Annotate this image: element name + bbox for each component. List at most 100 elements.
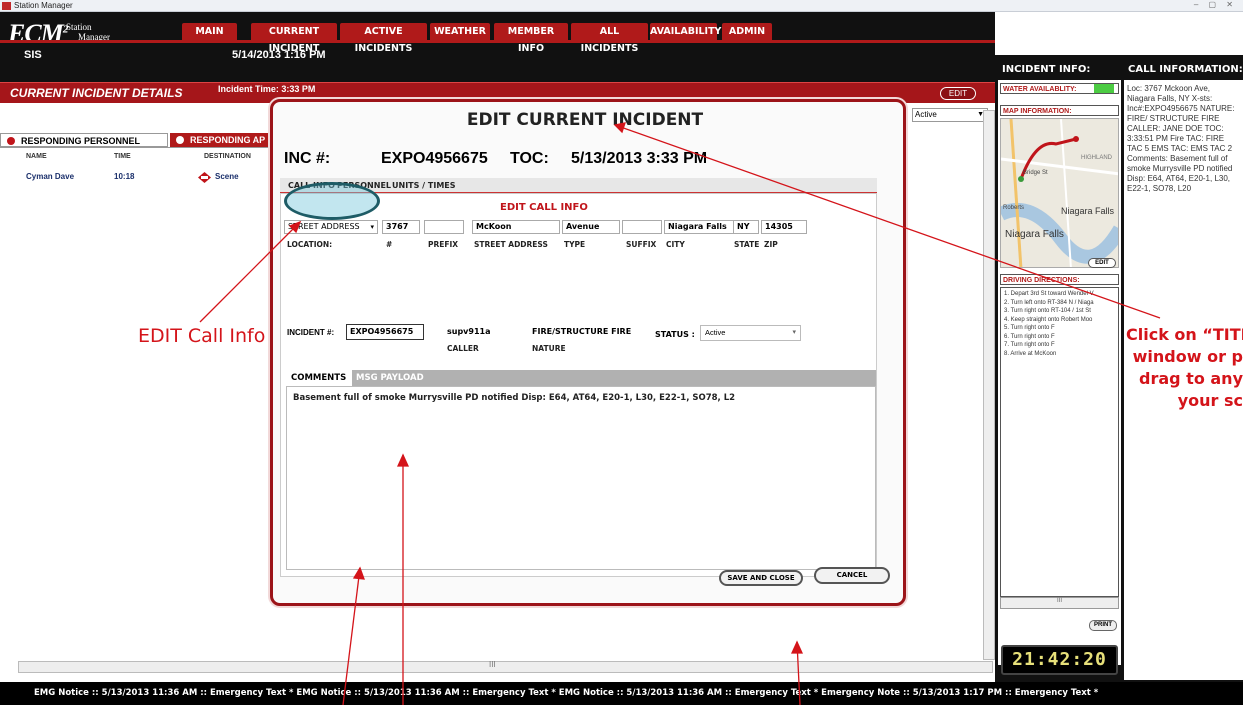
- address-type-value: STREET ADDRESS: [288, 222, 360, 231]
- current-incident-title: CURRENT INCIDENT DETAILS: [10, 86, 183, 100]
- prefix-label: PREFIX: [428, 240, 459, 249]
- personnel-name[interactable]: Cyman Dave: [26, 172, 74, 181]
- direction-step: 3. Turn right onto RT-104 / 1st St: [1004, 308, 1091, 314]
- direction-step: 4. Keep straight onto Robert Moo: [1004, 316, 1093, 323]
- incident-map[interactable]: HIGHLAND Bridge St Roberts Niagara Falls…: [1000, 118, 1119, 268]
- window-titlebar: Station Manager – ▢ ✕: [0, 0, 1243, 12]
- personnel-destination: Scene: [215, 172, 239, 181]
- tab-responding-apparatus-label: RESPONDING AP: [190, 135, 266, 145]
- driving-directions-label: DRIVING DIRECTIONS:: [1000, 274, 1119, 285]
- col-header-destination: DESTINATION: [204, 153, 251, 160]
- type-label: TYPE: [564, 240, 586, 249]
- map-edit-button[interactable]: EDIT: [1088, 258, 1116, 268]
- nature-label: NATURE: [532, 344, 566, 353]
- status-select[interactable]: Active ▼: [912, 108, 988, 122]
- nav-tab-member-info[interactable]: MEMBER INFO: [494, 23, 568, 54]
- street-field[interactable]: McKoon: [472, 220, 560, 234]
- scene-icon: [198, 170, 211, 183]
- annotation-click-title: Click on “TITL window or p drag to any y…: [1126, 325, 1243, 410]
- incident-number-field[interactable]: EXPO4956675: [346, 324, 424, 340]
- divider: [0, 147, 273, 148]
- nav-tab-admin[interactable]: ADMIN: [722, 23, 772, 40]
- annotation-edit-call-info: EDIT Call Info: [138, 325, 266, 347]
- state-field[interactable]: NY: [733, 220, 759, 234]
- comments-textarea[interactable]: [286, 386, 876, 570]
- nav-tab-active-incidents[interactable]: ACTIVE INCIDENTS: [340, 23, 427, 54]
- nav-tab-current-incident[interactable]: CURRENT INCIDENT: [251, 23, 337, 54]
- left-panel-tabs: RESPONDING PERSONNEL RESPONDING AP: [0, 133, 290, 147]
- tab-responding-personnel-label: RESPONDING PERSONNEL: [21, 136, 141, 146]
- print-button[interactable]: PRINT: [1089, 620, 1117, 631]
- edit-call-info-title: EDIT CALL INFO: [500, 202, 588, 213]
- prefix-field[interactable]: [424, 220, 464, 234]
- tab-comments[interactable]: COMMENTS: [286, 370, 352, 386]
- horizontal-scrollbar[interactable]: III: [18, 660, 993, 673]
- tab-responding-personnel[interactable]: RESPONDING PERSONNEL: [0, 133, 168, 147]
- nav-tab-all-incidents[interactable]: ALL INCIDENTS: [571, 23, 648, 54]
- state-label: STATE: [734, 240, 760, 249]
- dialog-status-value: Active: [705, 328, 726, 337]
- zip-label: ZIP: [764, 240, 778, 249]
- house-number-field[interactable]: 3767: [382, 220, 420, 234]
- dialog-title[interactable]: EDIT CURRENT INCIDENT: [450, 110, 720, 130]
- suffix-field[interactable]: [622, 220, 662, 234]
- caller-label: CALLER: [447, 344, 479, 353]
- app-icon: [2, 2, 11, 10]
- incident-number-label: INCIDENT #:: [287, 328, 335, 337]
- nav-tab-weather[interactable]: WEATHER: [430, 23, 490, 40]
- chevron-down-icon: ▾: [792, 329, 796, 336]
- current-datetime: 5/14/2013 1:16 PM: [232, 49, 326, 61]
- cancel-button[interactable]: CANCEL: [814, 567, 890, 584]
- number-label: #: [386, 240, 393, 249]
- nav-tab-main[interactable]: MAIN: [182, 23, 237, 40]
- tab-units-times[interactable]: UNITS / TIMES: [392, 181, 456, 190]
- dialog-status-label: STATUS :: [655, 330, 695, 339]
- toc-value: 5/13/2013 3:33 PM: [571, 150, 708, 167]
- white-dot-icon: [176, 136, 184, 144]
- red-dot-icon: [7, 137, 15, 145]
- nav-tab-availability[interactable]: AVAILABILITY: [650, 23, 721, 40]
- window-title: Station Manager: [14, 1, 73, 10]
- directions-scrollbar[interactable]: III: [1000, 597, 1119, 609]
- street-type-field[interactable]: Avenue: [562, 220, 620, 234]
- water-availability-indicator: [1094, 84, 1114, 93]
- running-time-label: INCIDENT RUNNING TIME:: [1000, 634, 1102, 642]
- nature-value[interactable]: FIRE/STRUCTURE FIRE: [532, 327, 631, 336]
- map-label-highland: HIGHLAND: [1081, 155, 1113, 161]
- zip-field[interactable]: 14305: [761, 220, 807, 234]
- save-and-close-button[interactable]: SAVE AND CLOSE: [719, 570, 803, 586]
- logo-sub-line-1: Station: [66, 22, 92, 32]
- toc-label: TOC:: [510, 150, 549, 167]
- inc-number-label: INC #:: [284, 150, 331, 167]
- direction-step: 5. Turn right onto F: [1004, 325, 1055, 331]
- window-controls[interactable]: – ▢ ✕: [1194, 0, 1237, 9]
- vertical-scrollbar[interactable]: [983, 110, 995, 660]
- emergency-ticker: EMG Notice :: 5/13/2013 11:36 AM :: Emer…: [0, 682, 1243, 705]
- location-label: LOCATION:: [287, 240, 333, 249]
- tab-responding-apparatus[interactable]: RESPONDING AP: [170, 133, 280, 147]
- logo-subtitle: Station Manager: [66, 22, 110, 42]
- map-label-roberts: Roberts: [1003, 205, 1024, 211]
- map-label-niagara-falls-west: Niagara Falls: [1005, 229, 1064, 240]
- city-label: CITY: [666, 240, 685, 249]
- logo-text: ECM: [8, 19, 64, 48]
- nav-underline: [0, 40, 995, 43]
- direction-step: 7. Turn right onto F: [1004, 342, 1055, 348]
- tab-msg-payload[interactable]: MSG PAYLOAD: [356, 370, 424, 386]
- map-information-label: MAP INFORMATION:: [1000, 105, 1119, 116]
- edit-incident-button[interactable]: EDIT: [940, 87, 976, 100]
- direction-step: 1. Depart 3rd St toward Wendel V: [1004, 291, 1094, 297]
- status-select-value: Active: [915, 110, 937, 119]
- direction-step: 8. Arrive at McKoon: [1004, 350, 1057, 357]
- col-header-time: TIME: [114, 153, 131, 160]
- chevron-down-icon: ▾: [370, 223, 374, 231]
- address-type-select[interactable]: STREET ADDRESS ▾: [284, 220, 378, 234]
- app-logo: ECM2: [8, 19, 68, 49]
- map-label-niagara-falls-east: Niagara Falls: [1061, 206, 1115, 216]
- tab-highlight-ellipse: [284, 182, 380, 220]
- caller-value[interactable]: supv911a: [447, 327, 491, 336]
- map-label-bridge-st: Bridge St: [1023, 170, 1048, 176]
- dialog-status-select[interactable]: Active ▾: [700, 325, 801, 341]
- personnel-time: 10:18: [114, 172, 135, 181]
- city-field[interactable]: Niagara Falls: [664, 220, 734, 234]
